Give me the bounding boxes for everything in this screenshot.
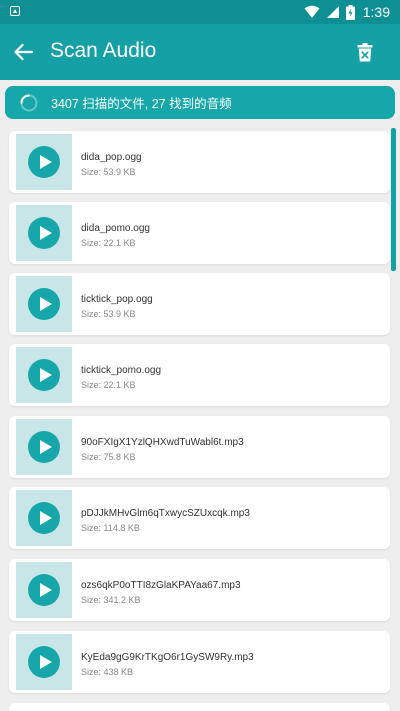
list-item[interactable]: ozs6qkP0oTTI8zGlaKPAYaa67.mp3 Size: 341.… — [9, 559, 390, 621]
back-button[interactable] — [8, 37, 38, 67]
scan-progress-text: 3407 扫描的文件, 27 找到的音频 — [51, 97, 232, 111]
audio-thumbnail — [16, 419, 72, 475]
file-size: Size: 22.1 KB — [81, 238, 136, 248]
list-item[interactable]: dida_pomo.ogg Size: 22.1 KB — [9, 202, 390, 264]
play-icon — [39, 440, 52, 454]
wifi-icon — [304, 5, 320, 18]
list-item[interactable]: KyEda9gG9KrTKgO6r1GySW9Ry.mp3 Size: 438 … — [9, 631, 390, 693]
status-bar: 1:39 — [0, 0, 400, 24]
file-size: Size: 22.1 KB — [81, 380, 136, 390]
audio-thumbnail — [16, 562, 72, 618]
status-time: 1:39 — [362, 4, 390, 20]
notification-icon — [10, 6, 20, 16]
play-icon — [39, 511, 52, 525]
trash-icon — [357, 42, 373, 61]
list-item[interactable]: dida_pop.ogg Size: 53.9 KB — [9, 131, 390, 193]
arrow-left-icon — [14, 43, 33, 61]
list-item[interactable]: ticktick_pop.ogg Size: 53.9 KB — [9, 273, 390, 335]
file-size: Size: 53.9 KB — [81, 309, 136, 319]
play-icon — [39, 655, 52, 669]
file-size: Size: 114.8 KB — [81, 523, 140, 533]
play-icon — [39, 226, 52, 240]
file-name: 90oFXIgX1YzlQHXwdTuWabl6t.mp3 — [81, 437, 244, 448]
file-size: Size: 341.2 KB — [81, 595, 141, 605]
loading-spinner-icon — [20, 94, 38, 111]
play-button[interactable] — [28, 431, 60, 463]
play-button[interactable] — [28, 574, 60, 606]
scrollbar[interactable] — [391, 128, 396, 271]
list-item[interactable]: pDJJkMHvGlm6qTxwycSZUxcqk.mp3 Size: 114.… — [9, 487, 390, 549]
file-size: Size: 438 KB — [81, 667, 134, 677]
file-name: KyEda9gG9KrTKgO6r1GySW9Ry.mp3 — [81, 652, 254, 663]
list-item-partial[interactable] — [9, 703, 390, 711]
play-icon — [39, 155, 52, 169]
file-name: dida_pomo.ogg — [81, 223, 150, 234]
file-name: ozs6qkP0oTTI8zGlaKPAYaa67.mp3 — [81, 580, 241, 591]
play-button[interactable] — [28, 217, 60, 249]
list-item[interactable]: 90oFXIgX1YzlQHXwdTuWabl6t.mp3 Size: 75.8… — [9, 416, 390, 478]
play-icon — [39, 297, 52, 311]
status-icons: 1:39 — [304, 3, 390, 21]
file-size: Size: 53.9 KB — [81, 167, 136, 177]
file-name: ticktick_pomo.ogg — [81, 365, 162, 376]
play-button[interactable] — [28, 502, 60, 534]
file-size: Size: 75.8 KB — [81, 452, 136, 462]
play-icon — [39, 583, 52, 597]
play-button[interactable] — [28, 146, 60, 178]
audio-thumbnail — [16, 347, 72, 403]
list-item[interactable]: ticktick_pomo.ogg Size: 22.1 KB — [9, 344, 390, 406]
play-button[interactable] — [28, 646, 60, 678]
signal-icon — [326, 6, 339, 18]
file-name: dida_pop.ogg — [81, 152, 142, 163]
app-bar: Scan Audio — [0, 24, 400, 80]
audio-thumbnail — [16, 276, 72, 332]
scan-progress-banner: 3407 扫描的文件, 27 找到的音频 — [5, 86, 395, 119]
audio-thumbnail — [16, 634, 72, 690]
file-name: pDJJkMHvGlm6qTxwycSZUxcqk.mp3 — [81, 508, 250, 519]
delete-button[interactable] — [352, 38, 378, 66]
play-button[interactable] — [28, 359, 60, 391]
file-name: ticktick_pop.ogg — [81, 294, 153, 305]
battery-icon — [345, 4, 355, 20]
play-button[interactable] — [28, 288, 60, 320]
audio-thumbnail — [16, 205, 72, 261]
page-title: Scan Audio — [50, 39, 157, 62]
audio-thumbnail — [16, 134, 72, 190]
audio-thumbnail — [16, 490, 72, 546]
play-icon — [39, 368, 52, 382]
